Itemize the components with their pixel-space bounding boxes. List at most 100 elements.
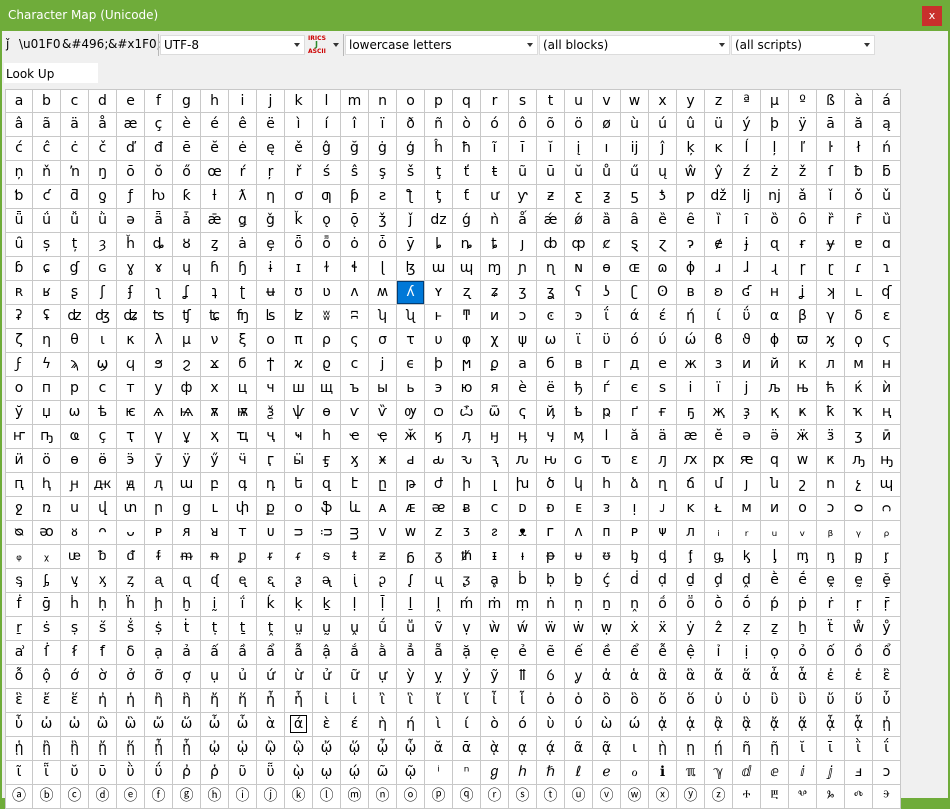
- char-cell[interactable]: ᵣ: [733, 521, 761, 545]
- char-cell[interactable]: ѿ: [481, 401, 509, 425]
- char-cell[interactable]: ҡ: [845, 401, 873, 425]
- char-cell[interactable]: ʂ: [61, 281, 89, 305]
- char-cell[interactable]: б: [537, 353, 565, 377]
- char-cell[interactable]: ģ: [397, 137, 425, 161]
- char-cell[interactable]: ʫ: [285, 305, 313, 329]
- char-cell[interactable]: ś: [313, 161, 341, 185]
- char-cell[interactable]: ѳ: [313, 401, 341, 425]
- char-cell[interactable]: ξ: [229, 329, 257, 353]
- char-cell[interactable]: ƙ: [173, 185, 201, 209]
- char-cell[interactable]: ᴦ: [537, 521, 565, 545]
- char-cell[interactable]: λ: [145, 329, 173, 353]
- char-cell[interactable]: ό: [509, 713, 537, 737]
- char-cell[interactable]: ʍ: [369, 281, 397, 305]
- char-cell[interactable]: g: [173, 89, 201, 113]
- char-cell[interactable]: ʝ: [789, 281, 817, 305]
- char-cell[interactable]: ʈ: [229, 281, 257, 305]
- char-cell[interactable]: ᾄ: [761, 713, 789, 737]
- char-cell[interactable]: д: [621, 353, 649, 377]
- char-cell[interactable]: ẻ: [509, 641, 537, 665]
- char-cell[interactable]: ǿ: [565, 209, 593, 233]
- char-cell[interactable]: ѫ: [201, 401, 229, 425]
- char-cell[interactable]: ҥ: [5, 425, 33, 449]
- char-cell[interactable]: ⓚ: [285, 785, 313, 809]
- char-cell[interactable]: ṳ: [285, 617, 313, 641]
- char-cell[interactable]: š: [397, 161, 425, 185]
- char-cell[interactable]: ê: [229, 113, 257, 137]
- char-cell[interactable]: f: [145, 89, 173, 113]
- char-cell[interactable]: ⓢ: [509, 785, 537, 809]
- char-cell[interactable]: ẚ: [5, 641, 33, 665]
- char-cell[interactable]: ş: [369, 161, 397, 185]
- char-cell[interactable]: ƕ: [145, 185, 173, 209]
- char-cell[interactable]: y: [677, 89, 705, 113]
- char-cell[interactable]: ậ: [313, 641, 341, 665]
- char-cell[interactable]: ℽ: [705, 761, 733, 785]
- char-cell[interactable]: թ: [397, 473, 425, 497]
- char-cell[interactable]: ԓ: [649, 449, 677, 473]
- char-cell[interactable]: ᾱ: [453, 737, 481, 761]
- char-cell[interactable]: ῳ: [313, 761, 341, 785]
- char-cell[interactable]: ὰ: [257, 713, 285, 737]
- char-cell[interactable]: ȋ: [733, 209, 761, 233]
- char-cell[interactable]: ƨ: [369, 185, 397, 209]
- char-cell[interactable]: ʃ: [89, 281, 117, 305]
- char-cell[interactable]: ȑ: [817, 209, 845, 233]
- char-cell[interactable]: է: [341, 473, 369, 497]
- char-cell[interactable]: ỻ: [509, 665, 537, 689]
- char-cell[interactable]: ḏ: [677, 569, 705, 593]
- char-cell[interactable]: z: [705, 89, 733, 113]
- char-cell[interactable]: љ: [761, 377, 789, 401]
- char-cell[interactable]: ᾓ: [61, 737, 89, 761]
- char-cell[interactable]: ŕ: [229, 161, 257, 185]
- char-cell[interactable]: ⰱ: [761, 785, 789, 809]
- char-cell[interactable]: ә: [733, 425, 761, 449]
- char-cell[interactable]: ʩ: [229, 305, 257, 329]
- char-cell[interactable]: ƾ: [649, 185, 677, 209]
- char-cell[interactable]: ռ: [33, 497, 61, 521]
- char-cell[interactable]: ὣ: [117, 713, 145, 737]
- char-cell[interactable]: ᶆ: [789, 545, 817, 569]
- char-cell[interactable]: ΐ: [873, 737, 901, 761]
- char-cell[interactable]: ѡ: [61, 401, 89, 425]
- char-cell[interactable]: ő: [173, 161, 201, 185]
- encoding-select[interactable]: UTF-8: [160, 35, 305, 55]
- char-cell[interactable]: ą: [873, 113, 901, 137]
- char-cell[interactable]: г: [593, 353, 621, 377]
- char-cell[interactable]: ч: [257, 377, 285, 401]
- char-cell[interactable]: ƪ: [397, 185, 425, 209]
- char-cell[interactable]: ᵯ: [173, 545, 201, 569]
- char-cell[interactable]: ᾲ: [481, 737, 509, 761]
- char-cell[interactable]: ⓗ: [201, 785, 229, 809]
- char-cell[interactable]: ʚ: [705, 281, 733, 305]
- char-cell[interactable]: ԕ: [677, 449, 705, 473]
- char-cell[interactable]: ν: [201, 329, 229, 353]
- char-cell[interactable]: ⓓ: [89, 785, 117, 809]
- char-cell[interactable]: ṑ: [705, 593, 733, 617]
- char-cell[interactable]: ộ: [33, 665, 61, 689]
- char-cell[interactable]: ⓨ: [677, 785, 705, 809]
- char-cell[interactable]: ȿ: [621, 233, 649, 257]
- char-cell[interactable]: ȍ: [761, 209, 789, 233]
- char-cell[interactable]: ⓙ: [257, 785, 285, 809]
- char-cell[interactable]: ѕ: [649, 377, 677, 401]
- char-cell[interactable]: ϑ: [733, 329, 761, 353]
- char-cell[interactable]: ᶎ: [117, 569, 145, 593]
- char-cell[interactable]: ӛ: [761, 425, 789, 449]
- char-cell[interactable]: ӈ: [481, 425, 509, 449]
- char-cell[interactable]: ɧ: [229, 257, 257, 281]
- char-cell[interactable]: x: [649, 89, 677, 113]
- char-cell[interactable]: ɮ: [397, 257, 425, 281]
- char-cell[interactable]: ʐ: [453, 281, 481, 305]
- char-cell[interactable]: ẜ: [61, 641, 89, 665]
- char-cell[interactable]: ℎ: [509, 761, 537, 785]
- char-cell[interactable]: ω: [537, 329, 565, 353]
- char-cell[interactable]: ὕ: [845, 689, 873, 713]
- char-cell[interactable]: ṥ: [89, 617, 117, 641]
- char-cell[interactable]: ⰰ: [733, 785, 761, 809]
- char-cell[interactable]: ƺ: [593, 185, 621, 209]
- char-cell[interactable]: m: [341, 89, 369, 113]
- char-cell[interactable]: ῥ: [201, 761, 229, 785]
- char-cell[interactable]: ể: [621, 641, 649, 665]
- char-cell[interactable]: ǩ: [285, 209, 313, 233]
